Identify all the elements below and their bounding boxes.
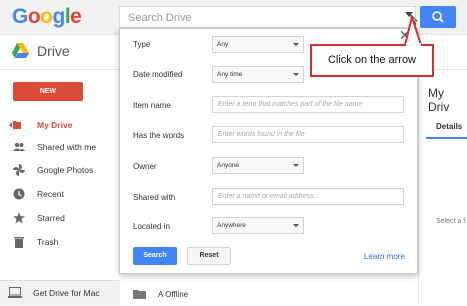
item-name-field[interactable]: Enter a term that matches part of the fi…	[212, 96, 404, 113]
sidebar-item-label: Recent	[37, 189, 64, 199]
get-drive-for-mac[interactable]: Get Drive for Mac	[0, 280, 120, 305]
search-button[interactable]	[420, 6, 456, 28]
sidebar-item-starred[interactable]: Starred	[0, 208, 120, 230]
chevron-down-icon	[293, 73, 299, 76]
owner-select-value: Anyone	[217, 162, 240, 169]
sidebar-item-trash[interactable]: Trash	[0, 232, 120, 254]
app-title: Drive	[37, 43, 70, 59]
file-name: A Offline	[158, 290, 189, 299]
search-icon	[432, 11, 444, 23]
chevron-down-icon	[293, 43, 299, 46]
details-placeholder-text: Select a f	[436, 218, 466, 225]
field-label-type: Type	[133, 40, 151, 49]
sidebar-item-photos[interactable]: Google Photos	[0, 160, 120, 182]
list-item[interactable]: A Offline	[133, 288, 383, 306]
drive-logo-icon	[12, 43, 29, 58]
search-input[interactable]	[126, 8, 400, 28]
callout-box: Click on the arrow	[310, 44, 434, 77]
search-box[interactable]	[119, 6, 416, 28]
panel-search-button[interactable]: Search	[133, 247, 177, 265]
located-in-select[interactable]: Anywhere	[212, 217, 304, 234]
sidebar-item-label: Google Photos	[37, 165, 94, 175]
get-drive-label: Get Drive for Mac	[33, 288, 100, 298]
has-words-field[interactable]: Enter words found in the file	[212, 126, 404, 143]
details-heading: My Driv	[428, 86, 450, 114]
callout-joint	[406, 43, 421, 46]
google-logo[interactable]: Google	[12, 5, 82, 29]
date-modified-value: Any time	[217, 71, 243, 78]
located-in-select-value: Anywhere	[217, 222, 246, 229]
star-icon	[13, 212, 25, 224]
drive-folder-icon	[9, 121, 21, 129]
field-label-located-in: Located in	[133, 222, 170, 231]
field-label-date-modified: Date modified	[133, 70, 183, 79]
sidebar-item-my-drive[interactable]: My Drive	[0, 115, 120, 137]
folder-icon	[133, 290, 146, 299]
field-label-item-name: Item name	[133, 101, 171, 110]
pinwheel-icon	[13, 164, 25, 176]
type-select[interactable]: Any	[212, 36, 304, 53]
trash-icon	[14, 237, 24, 248]
people-icon	[13, 142, 25, 151]
sidebar-item-label: Shared with me	[37, 142, 97, 152]
field-label-shared-with: Shared with	[133, 193, 176, 202]
shared-with-field[interactable]: Enter a name or email address...	[212, 188, 404, 205]
sidebar-item-label: Trash	[37, 237, 59, 247]
clock-icon	[13, 188, 25, 200]
laptop-icon	[8, 287, 22, 298]
type-select-value: Any	[217, 41, 229, 48]
chevron-down-icon	[293, 164, 299, 167]
sidebar-item-label: Starred	[37, 213, 65, 223]
chevron-down-icon	[293, 224, 299, 227]
field-label-has-words: Has the words	[133, 131, 185, 140]
sidebar-item-shared[interactable]: Shared with me	[0, 137, 120, 159]
field-label-owner: Owner	[133, 162, 157, 171]
reset-button[interactable]: Reset	[187, 247, 231, 265]
sidebar-item-recent[interactable]: Recent	[0, 184, 120, 206]
date-modified-select[interactable]: Any time	[212, 66, 304, 83]
tab-underline	[426, 137, 467, 139]
new-button[interactable]: NEW	[13, 82, 83, 101]
learn-more-link[interactable]: Learn more	[364, 252, 405, 261]
owner-select[interactable]: Anyone	[212, 157, 304, 174]
sidebar-item-label: My Drive	[37, 120, 73, 130]
tab-details[interactable]: Details	[436, 122, 462, 131]
